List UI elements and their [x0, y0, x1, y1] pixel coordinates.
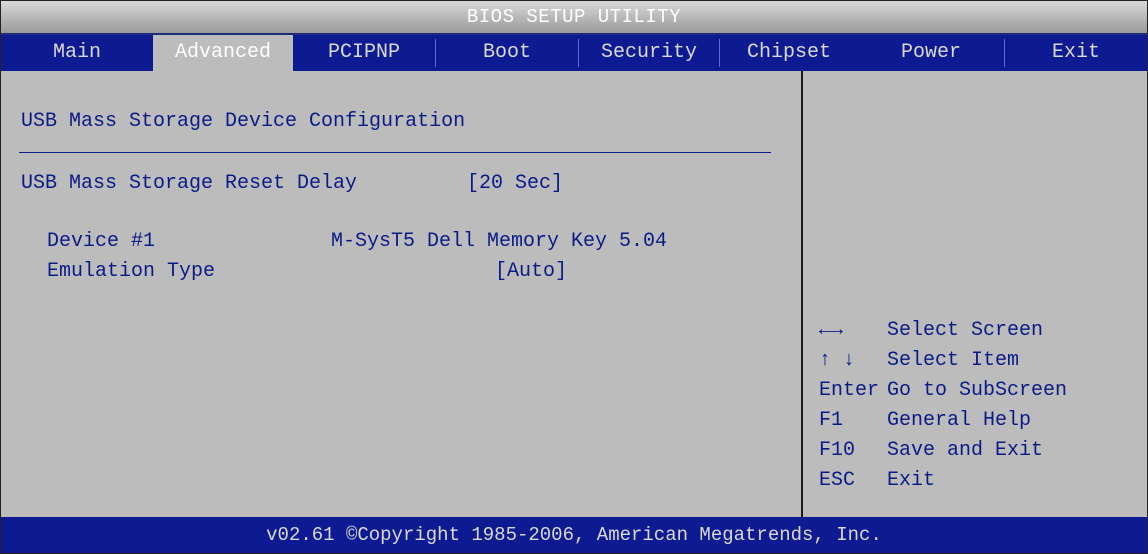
title-bar: BIOS SETUP UTILITY	[1, 1, 1147, 35]
help-go-to-subscreen: Go to SubScreen	[887, 379, 1068, 402]
help-select-item: Select Item	[887, 349, 1020, 372]
tab-exit[interactable]: Exit	[1005, 35, 1147, 71]
help-save-and-exit: Save and Exit	[887, 439, 1044, 462]
emulation-type-label: Emulation Type	[47, 260, 216, 283]
arrows-up-down-icon: ↑ ↓	[819, 349, 856, 372]
menu-tab-bar: Main Advanced PCIPNP Boot Security Chips…	[1, 35, 1147, 71]
help-exit: Exit	[887, 469, 936, 492]
tab-power[interactable]: Power	[858, 35, 1004, 71]
bios-screen: BIOS SETUP UTILITY Main Advanced PCIPNP …	[0, 0, 1148, 554]
device-value: M-SysT5 Dell Memory Key 5.04	[331, 230, 668, 253]
help-key-enter: Enter	[819, 379, 880, 402]
arrows-left-right-icon: ←→	[819, 319, 844, 342]
help-select-screen: Select Screen	[887, 319, 1044, 342]
tab-main[interactable]: Main	[1, 35, 153, 71]
heading-underline	[19, 152, 771, 153]
help-key-esc: ESC	[819, 469, 856, 492]
settings-panel: USB Mass Storage Device Configuration US…	[1, 71, 801, 517]
reset-delay-label: USB Mass Storage Reset Delay	[21, 172, 358, 195]
help-key-f1: F1	[819, 409, 844, 432]
help-general-help: General Help	[887, 409, 1032, 432]
device-label: Device #1	[47, 230, 156, 253]
tab-boot[interactable]: Boot	[436, 35, 578, 71]
copyright-footer: v02.61 ©Copyright 1985-2006, American Me…	[1, 517, 1147, 553]
help-panel: ←→ Select Screen ↑ ↓ Select Item Enter G…	[801, 71, 1148, 517]
emulation-type-value[interactable]: [Auto]	[495, 260, 567, 284]
help-key-f10: F10	[819, 439, 856, 462]
tab-chipset[interactable]: Chipset	[720, 35, 858, 71]
tab-advanced[interactable]: Advanced	[153, 35, 293, 71]
reset-delay-value[interactable]: [20 Sec]	[467, 172, 563, 196]
section-heading: USB Mass Storage Device Configuration	[21, 110, 466, 133]
tab-security[interactable]: Security	[579, 35, 719, 71]
tab-pcipnp[interactable]: PCIPNP	[293, 35, 435, 71]
